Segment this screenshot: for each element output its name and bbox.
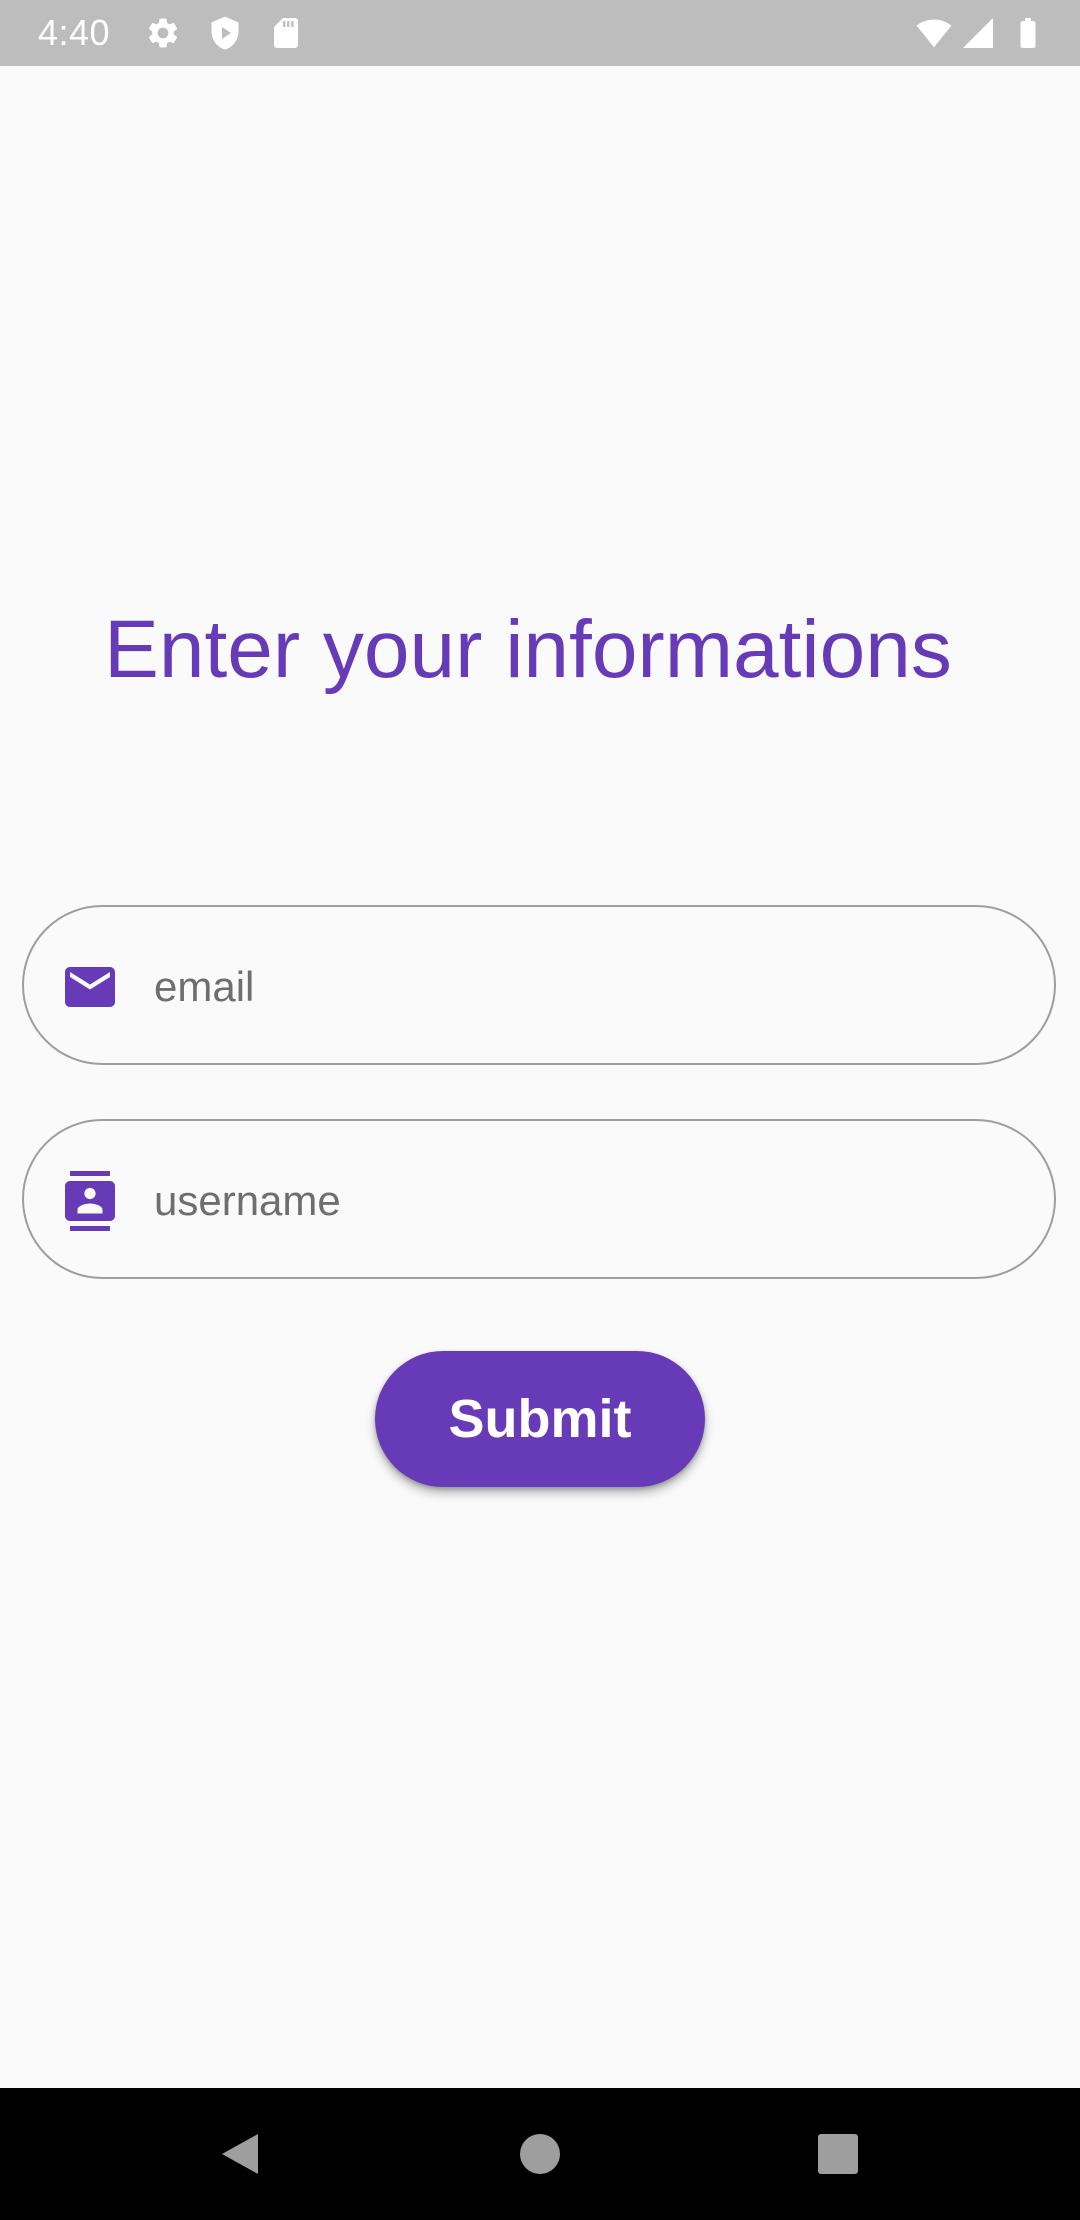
gear-icon bbox=[145, 15, 181, 51]
wifi-icon bbox=[916, 15, 952, 51]
email-input[interactable] bbox=[154, 942, 1014, 1032]
username-field[interactable] bbox=[22, 1119, 1056, 1279]
nav-bar bbox=[0, 2088, 1080, 2220]
mail-icon bbox=[60, 957, 120, 1017]
status-bar: 4:40 bbox=[0, 0, 1080, 66]
battery-icon bbox=[1010, 15, 1046, 51]
status-time: 4:40 bbox=[38, 12, 111, 53]
submit-button[interactable]: Submit bbox=[375, 1351, 705, 1487]
sd-card-icon bbox=[268, 15, 304, 51]
recents-icon[interactable] bbox=[808, 2124, 868, 2184]
home-icon[interactable] bbox=[510, 2124, 570, 2184]
email-field[interactable] bbox=[22, 905, 1056, 1065]
shield-play-icon bbox=[207, 15, 243, 51]
page-title: Enter your informations bbox=[104, 604, 952, 695]
contact-icon bbox=[60, 1171, 120, 1231]
back-icon[interactable] bbox=[210, 2124, 270, 2184]
cell-signal-icon bbox=[960, 15, 996, 51]
username-input[interactable] bbox=[154, 1156, 1014, 1246]
